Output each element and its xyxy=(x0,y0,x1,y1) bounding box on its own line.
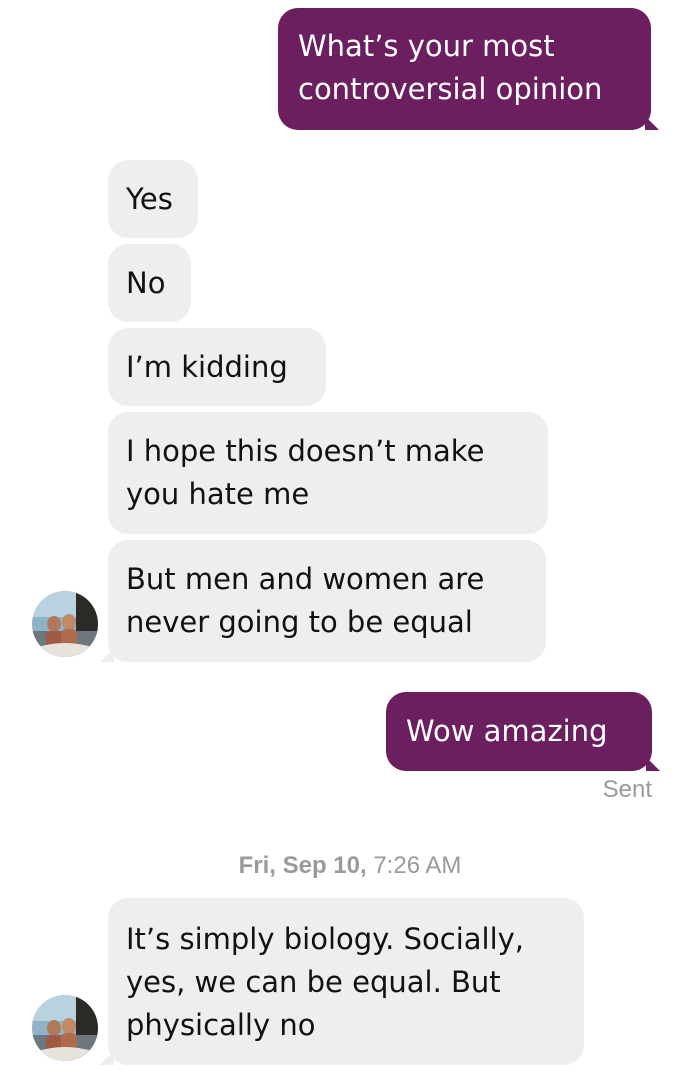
incoming-message-no[interactable]: No xyxy=(108,244,191,322)
outgoing-message-controversial-opinion[interactable]: What’s your most controversial opinion xyxy=(278,8,659,130)
contact-avatar[interactable] xyxy=(32,995,98,1061)
sent-status: Sent xyxy=(602,776,652,803)
timestamp-day: Fri, Sep 10, xyxy=(238,852,367,879)
avatar-photo-icon xyxy=(32,995,98,1061)
avatar-photo-icon xyxy=(32,591,98,657)
incoming-message-hope-not-hate[interactable]: I hope this doesn’t make you hate me xyxy=(108,412,548,534)
incoming-message-kidding[interactable]: I’m kidding xyxy=(108,328,326,406)
incoming-message-biology[interactable]: It’s simply biology. Socially, yes, we c… xyxy=(100,898,584,1065)
outgoing-message-wow-amazing[interactable]: Wow amazing xyxy=(386,692,660,771)
incoming-message-men-women-equal[interactable]: But men and women are never going to be … xyxy=(100,540,546,662)
incoming-message-yes[interactable]: Yes xyxy=(108,160,198,238)
contact-avatar[interactable] xyxy=(32,591,98,657)
timestamp-time: 7:26 AM xyxy=(373,852,462,879)
timestamp: Fri, Sep 10, 7:26 AM xyxy=(0,852,700,880)
